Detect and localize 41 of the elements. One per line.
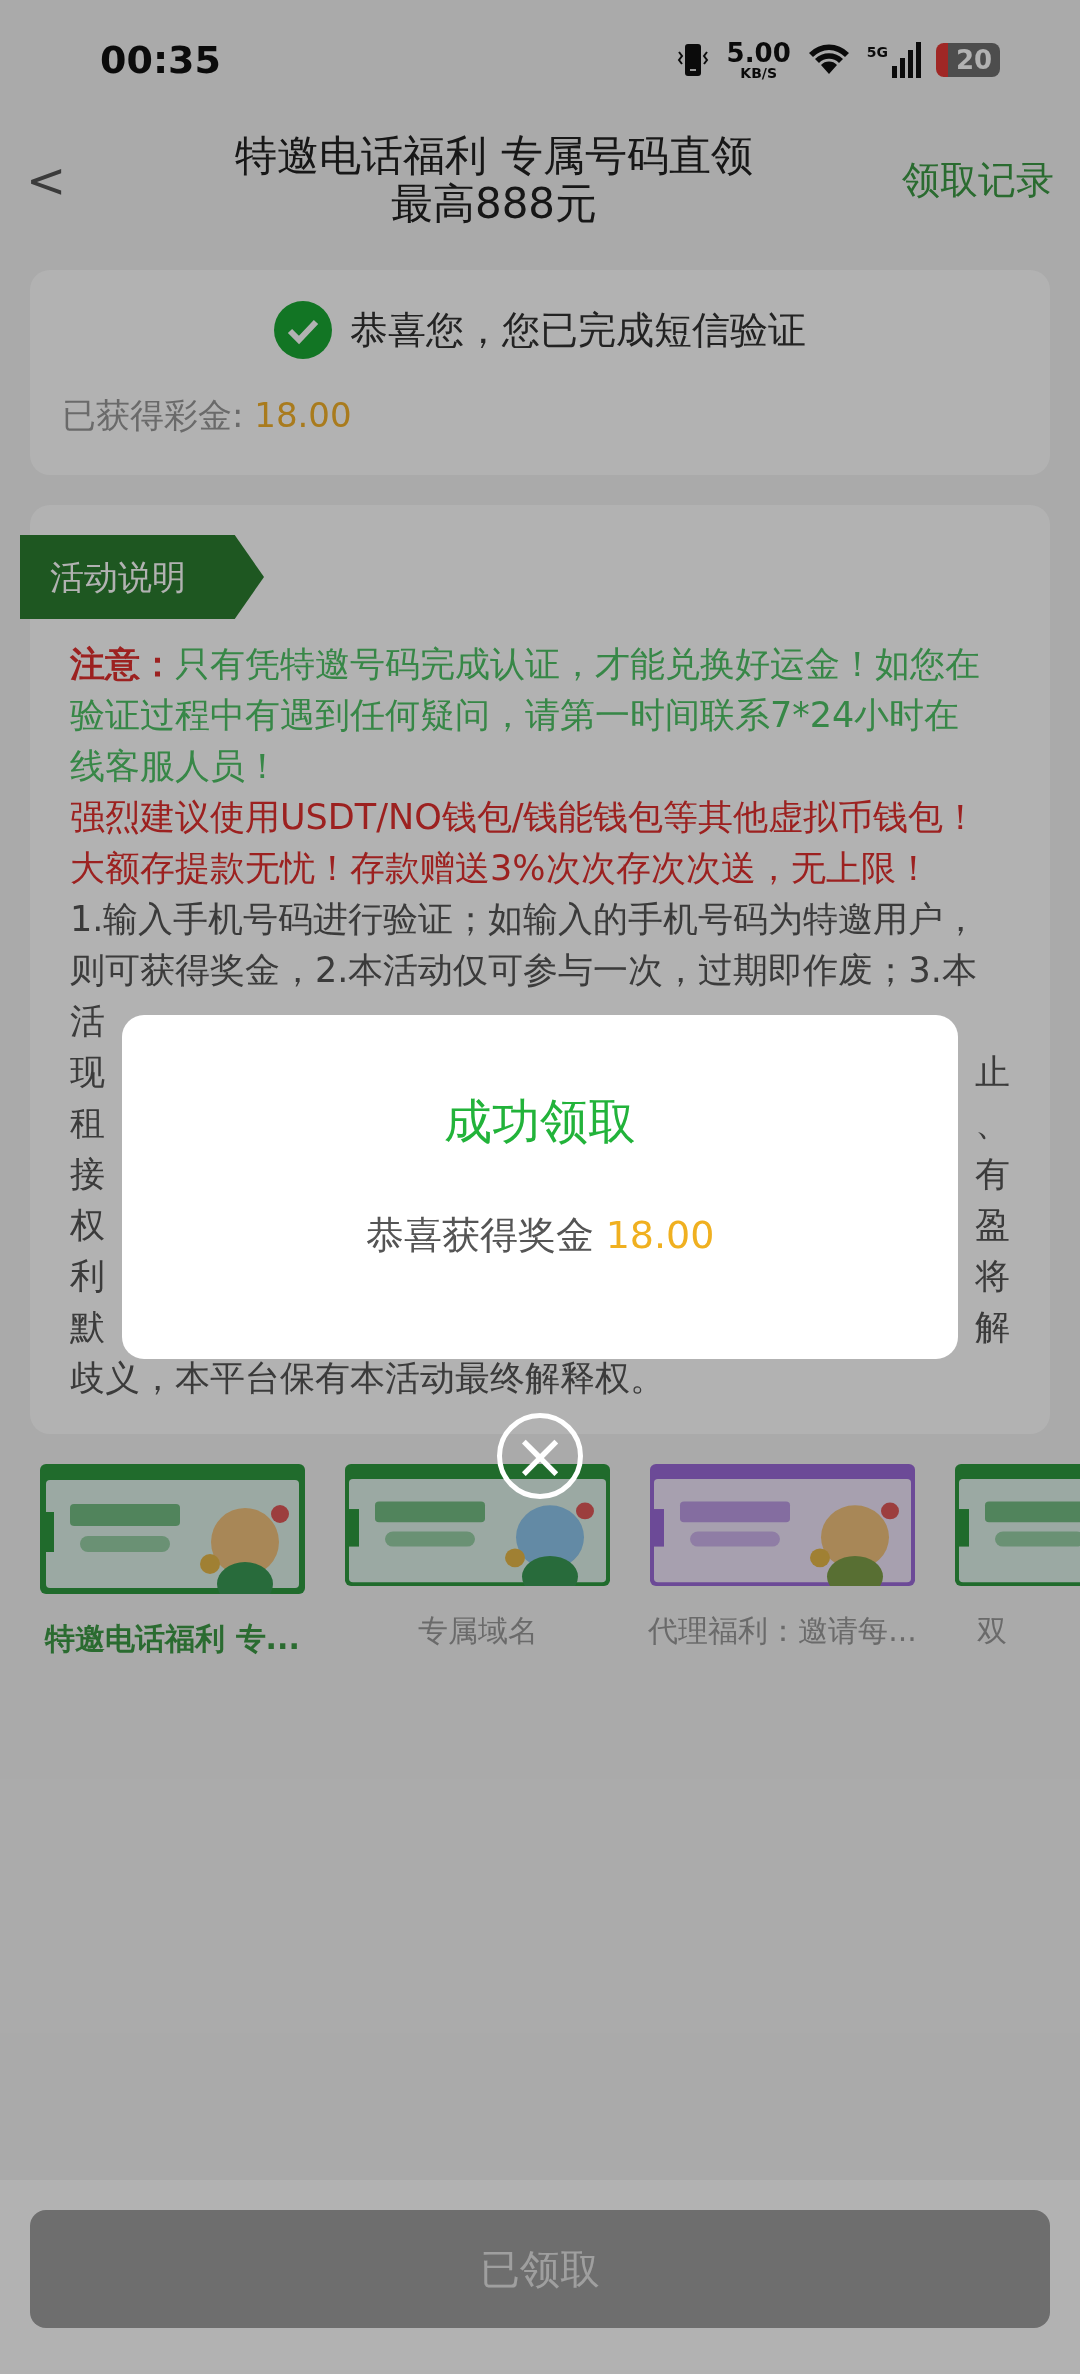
page-title: 最高888元 [390,180,598,229]
notice-text: 止 [975,1051,1010,1094]
notice-text: 权 [70,1204,105,1247]
battery-indicator: 20 [936,43,1000,77]
notice-text: 验证过程中有遇到任何疑问，请第一时间联系7*24小时在 [69,694,961,737]
dialog-title: 成功领取 [444,1092,636,1151]
banner-caption[interactable]: 特邀电话福利 专... [45,1616,300,1661]
banner-caption[interactable]: 双 [955,1608,1007,1653]
banner-caption[interactable]: 代理福利：邀请每... [648,1608,917,1653]
back-button[interactable]: < [26,144,86,216]
notice-text: 租 [70,1102,105,1145]
page-title: 特邀电话福利 专属号码直领 [235,131,753,180]
notice-text: 大额存提款无忧！存款赠送3%次次存次次送，无上限！ [69,847,932,890]
notice-text: 则可获得奖金，2.本活动仅可参与一次，过期即作废；3.本 [69,949,978,992]
notice-text: 解 [975,1306,1010,1349]
notice-text: 、 [975,1102,1010,1145]
section-tag: 活动说明 [20,535,264,619]
bonus-text: 已获得彩金: 18.00 [62,394,353,437]
notice-text: 活 [70,1000,105,1043]
notice-text: 1.输入手机号码进行验证；如输入的手机号码为特邀用户， [69,898,980,941]
notice-text: 盈 [975,1204,1010,1247]
notice-text: 注意：只有凭特邀号码完成认证，才能兑换好运金！如您在 [69,643,981,686]
notice-text: 默 [70,1306,105,1349]
dialog-message: 恭喜获得奖金 18.00 [365,1212,715,1259]
banner-caption[interactable]: 专属域名 [417,1608,538,1653]
signal-icon [892,42,922,78]
status-time: 00:35 [100,36,221,84]
records-link[interactable]: 领取记录 [902,151,1054,209]
network-speed: 5.00 [726,40,791,66]
network-type: 5G [866,43,888,62]
speed-unit: KB/S [740,66,778,80]
verify-message: 恭喜您，您已完成短信验证 [350,306,806,354]
notice-text: 线客服人员！ [69,745,281,788]
notice-text: 接 [70,1153,105,1196]
notice-text: 利 [70,1255,105,1298]
notice-text: 有 [975,1153,1010,1196]
notice-text: 现 [70,1051,105,1094]
notice-text: 强烈建议使用USDT/NO钱包/钱能钱包等其他虚拟币钱包！ [69,796,980,839]
notice-text: 歧义，本平台保有本活动最终解释权。 [69,1357,666,1400]
check-icon [274,301,332,359]
notice-text: 将 [975,1255,1010,1298]
